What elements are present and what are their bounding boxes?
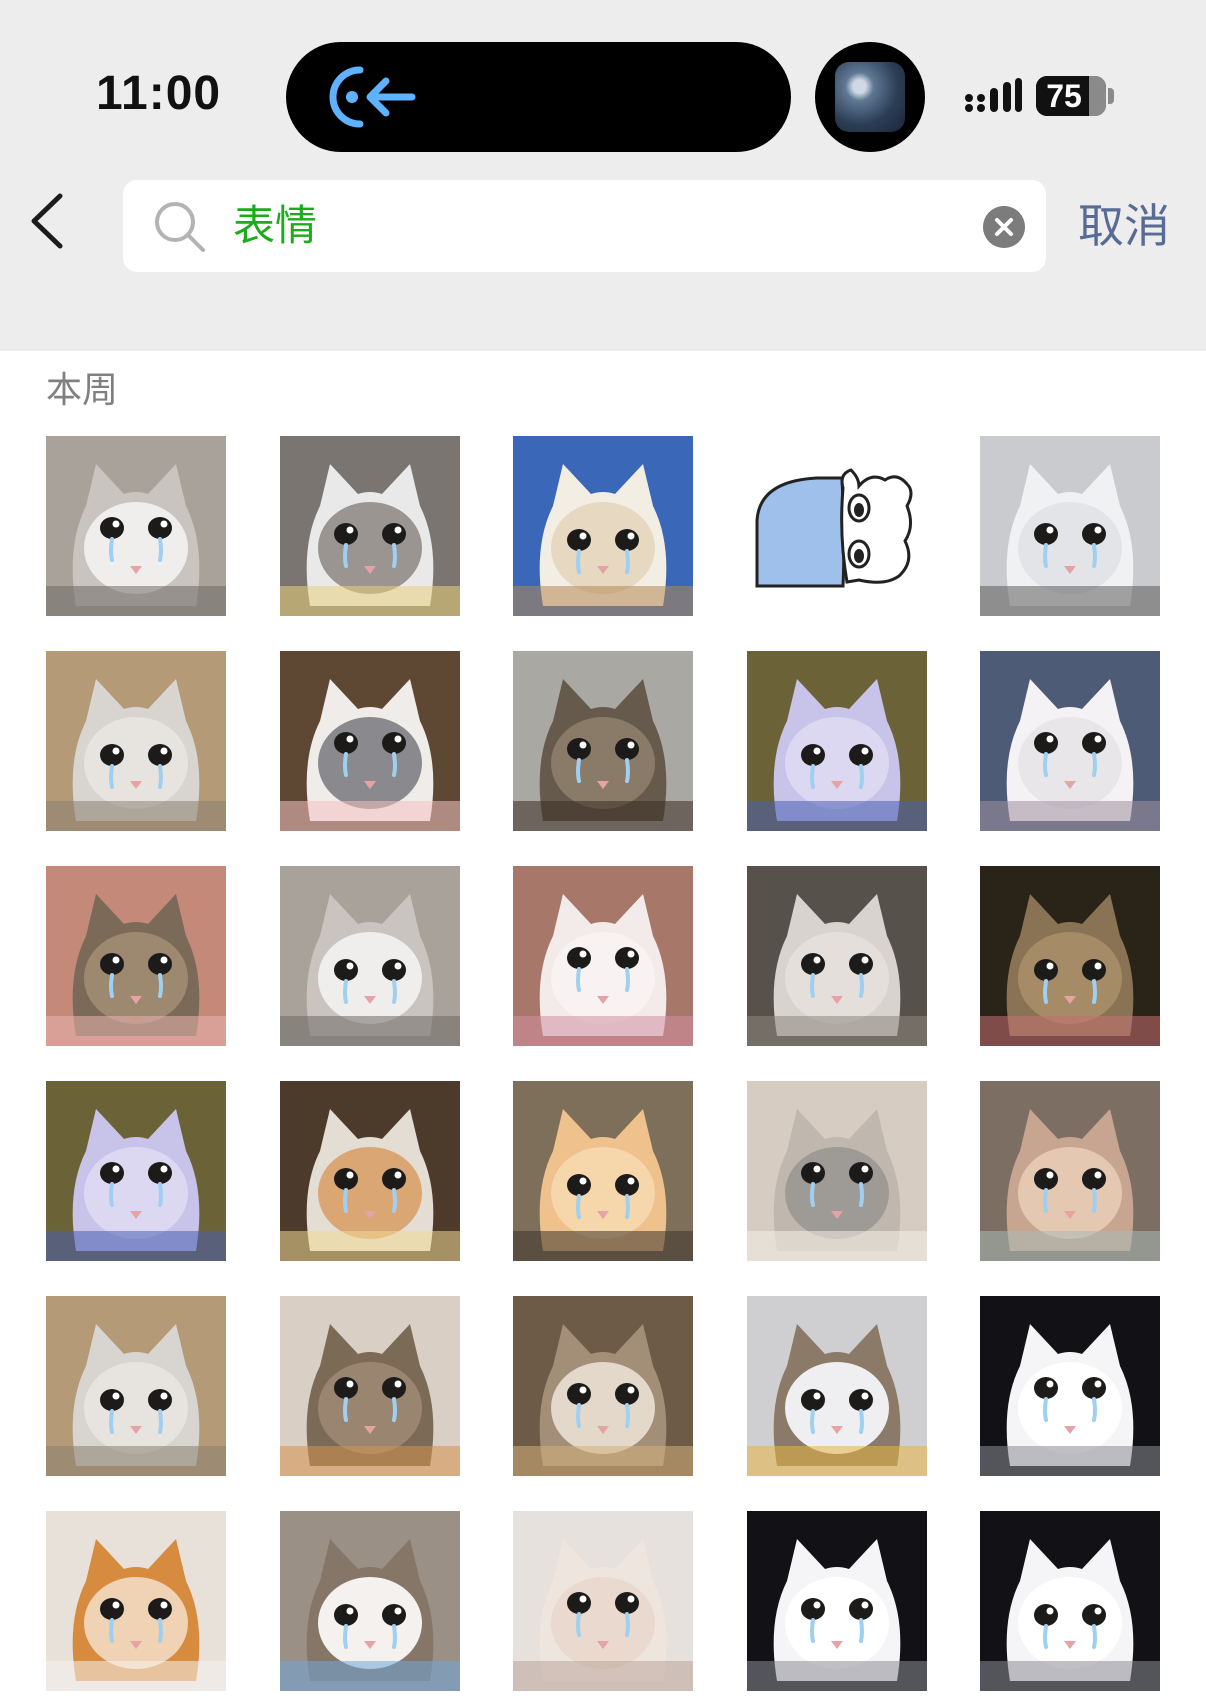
back-button[interactable] — [22, 190, 72, 252]
crying-cat-sticker-icon — [46, 1081, 226, 1261]
cellular-signal-icon — [965, 78, 1022, 112]
album-art — [835, 62, 905, 132]
crying-cat-sticker-icon — [746, 866, 927, 1046]
sticker-tile[interactable] — [46, 436, 226, 616]
crying-cat-sticker-icon — [513, 1511, 693, 1691]
search-input[interactable]: 表情 — [123, 180, 1046, 272]
sticker-tile[interactable] — [746, 651, 927, 831]
section-title: 本周 — [46, 370, 119, 411]
battery-nub — [1108, 88, 1114, 104]
crying-cat-sticker-icon — [980, 866, 1160, 1046]
sticker-tile[interactable] — [46, 1511, 226, 1691]
sticker-tile[interactable] — [513, 1081, 693, 1261]
sticker-tile[interactable] — [980, 1296, 1160, 1476]
sticker-tile[interactable] — [513, 436, 693, 616]
sticker-tile[interactable] — [513, 1296, 693, 1476]
sticker-tile[interactable] — [980, 866, 1160, 1046]
status-time: 11:00 — [96, 67, 222, 120]
crying-cat-sticker-icon — [746, 1296, 927, 1476]
sticker-tile[interactable] — [746, 436, 927, 616]
clear-search-icon[interactable] — [983, 206, 1025, 248]
crying-cat-sticker-icon — [980, 1511, 1160, 1691]
crying-cat-sticker-icon — [746, 1511, 927, 1691]
sticker-tile[interactable] — [513, 651, 693, 831]
crying-cat-sticker-icon — [279, 1296, 460, 1476]
sticker-tile[interactable] — [513, 866, 693, 1046]
crying-cat-sticker-icon — [46, 436, 226, 616]
crying-cat-sticker-icon — [279, 1511, 460, 1691]
battery-level: 75 — [1046, 78, 1082, 114]
crying-cat-sticker-icon — [980, 1296, 1160, 1476]
dynamic-island[interactable] — [286, 42, 791, 152]
crying-cat-sticker-icon — [513, 436, 693, 616]
sticker-tile[interactable] — [279, 1296, 460, 1476]
sticker-tile[interactable] — [746, 1511, 927, 1691]
sticker-tile[interactable] — [513, 1511, 693, 1691]
crying-cat-sticker-icon — [980, 436, 1160, 616]
crying-cat-sticker-icon — [980, 1081, 1160, 1261]
search-icon — [155, 202, 205, 252]
crying-cat-sticker-icon — [513, 1081, 693, 1261]
now-playing-thumbnail[interactable] — [815, 42, 925, 152]
sticker-tile[interactable] — [746, 866, 927, 1046]
battery-icon: 75 — [1036, 76, 1106, 116]
search-query: 表情 — [233, 201, 318, 250]
crying-cat-sticker-icon — [279, 436, 460, 616]
crying-cat-sticker-icon — [46, 866, 226, 1046]
crying-cat-sticker-icon — [46, 1296, 226, 1476]
sticker-tile[interactable] — [980, 1511, 1160, 1691]
sticker-tile[interactable] — [746, 1081, 927, 1261]
screen-record-icon — [329, 66, 416, 128]
sticker-tile[interactable] — [46, 1081, 226, 1261]
crying-cat-sticker-icon — [279, 866, 460, 1046]
crying-cat-sticker-icon — [746, 436, 927, 616]
sticker-tile[interactable] — [46, 651, 226, 831]
sticker-tile[interactable] — [279, 436, 460, 616]
sticker-tile[interactable] — [279, 651, 460, 831]
sticker-tile[interactable] — [746, 1296, 927, 1476]
sticker-tile[interactable] — [279, 866, 460, 1046]
sticker-tile[interactable] — [279, 1511, 460, 1691]
sticker-tile[interactable] — [46, 1296, 226, 1476]
cancel-button[interactable]: 取消 — [1078, 196, 1170, 256]
sticker-tile[interactable] — [980, 651, 1160, 831]
sticker-tile[interactable] — [980, 1081, 1160, 1261]
crying-cat-sticker-icon — [746, 1081, 927, 1261]
crying-cat-sticker-icon — [746, 651, 927, 831]
crying-cat-sticker-icon — [279, 1081, 460, 1261]
crying-cat-sticker-icon — [46, 1511, 226, 1691]
crying-cat-sticker-icon — [513, 866, 693, 1046]
sticker-tile[interactable] — [279, 1081, 460, 1261]
crying-cat-sticker-icon — [513, 1296, 693, 1476]
crying-cat-sticker-icon — [980, 651, 1160, 831]
crying-cat-sticker-icon — [513, 651, 693, 831]
sticker-tile[interactable] — [980, 436, 1160, 616]
sticker-grid — [46, 436, 1160, 1691]
crying-cat-sticker-icon — [279, 651, 460, 831]
sticker-tile[interactable] — [46, 866, 226, 1046]
crying-cat-sticker-icon — [46, 651, 226, 831]
